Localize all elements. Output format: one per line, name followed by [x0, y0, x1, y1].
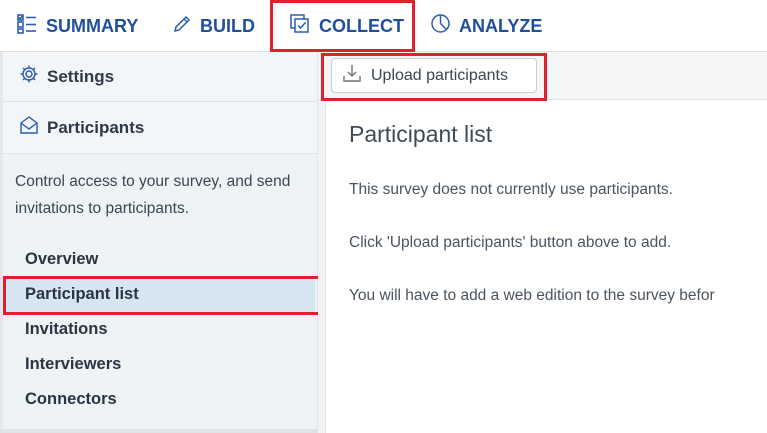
sidebar: Settings Participants Control access to … [0, 52, 318, 433]
sidebar-item-interviewers[interactable]: Interviewers [0, 347, 315, 382]
tab-build[interactable]: BUILD [172, 0, 255, 52]
tab-collect[interactable]: COLLECT [289, 0, 404, 52]
sidebar-divider [0, 429, 318, 433]
pencil-icon [172, 14, 192, 39]
sidebar-item-label: Interviewers [25, 355, 122, 373]
sidebar-item-overview[interactable]: Overview [0, 242, 315, 277]
sidebar-item-connectors[interactable]: Connectors [0, 382, 315, 417]
sidebar-item-participants-label: Participants [47, 117, 145, 137]
tab-analyze-label: ANALYZE [459, 15, 543, 36]
sidebar-item-label: Connectors [25, 390, 117, 408]
info-message: Click 'Upload participants' button above… [349, 234, 672, 251]
upload-participants-label: Upload participants [371, 66, 508, 84]
tab-analyze[interactable]: ANALYZE [430, 0, 542, 52]
info-message: You will have to add a web edition to th… [349, 287, 715, 304]
sidebar-item-settings-label: Settings [47, 66, 115, 86]
page-title: Participant list [349, 121, 493, 147]
tab-build-label: BUILD [200, 15, 255, 36]
tab-summary-label: SUMMARY [46, 15, 139, 36]
sidebar-item-settings[interactable]: Settings [0, 52, 318, 102]
participants-description: Control access to your survey, and send … [15, 173, 291, 217]
info-message: This survey does not currently use parti… [349, 181, 673, 198]
collect-icon [289, 13, 311, 40]
sidebar-item-label: Overview [25, 250, 99, 268]
sidebar-item-participant-list[interactable]: Participant list [0, 277, 315, 312]
tab-collect-label: COLLECT [319, 15, 404, 36]
upload-participants-button[interactable]: Upload participants [331, 58, 537, 93]
checklist-icon [16, 13, 38, 40]
download-icon [342, 63, 362, 88]
top-nav: SUMMARY BUILD COLLECT ANALYZE [0, 0, 767, 52]
toolbar: Upload participants [318, 52, 767, 100]
sidebar-item-invitations[interactable]: Invitations [0, 312, 315, 347]
tab-summary[interactable]: SUMMARY [16, 0, 138, 52]
pie-chart-icon [430, 13, 451, 39]
sidebar-item-label: Participant list [25, 285, 139, 303]
gear-icon [19, 64, 39, 89]
content-gutter [318, 100, 326, 433]
envelope-icon [19, 115, 39, 140]
sidebar-item-participants[interactable]: Participants [0, 102, 318, 154]
sidebar-item-label: Invitations [25, 320, 108, 338]
